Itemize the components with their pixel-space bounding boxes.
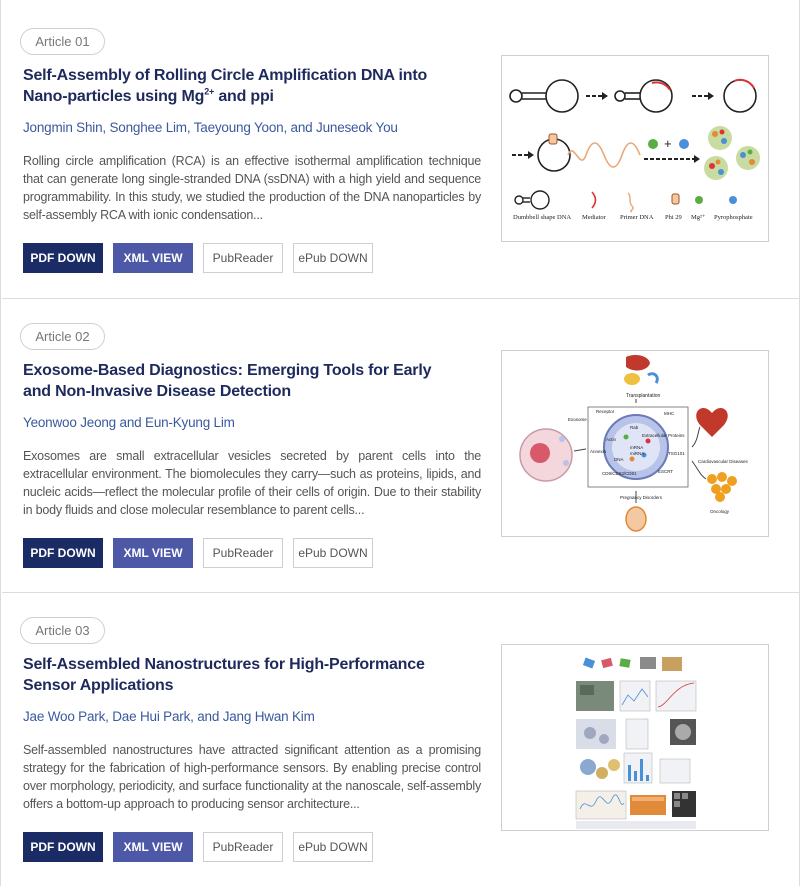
- article-number-badge: Article 03: [20, 617, 105, 644]
- article-list: Article 01 Self-Assembly of Rolling Circ…: [0, 0, 800, 886]
- svg-text:miRNA: miRNA: [630, 451, 644, 456]
- xml-view-button[interactable]: XML VIEW: [113, 832, 193, 862]
- svg-text:Pregnancy Disorders: Pregnancy Disorders: [620, 495, 663, 500]
- article-title[interactable]: Exosome-Based Diagnostics: Emerging Tool…: [23, 360, 463, 402]
- epub-down-button[interactable]: ePub DOWN: [293, 832, 373, 862]
- svg-text:Cardiovascular Diseases: Cardiovascular Diseases: [698, 459, 749, 464]
- legend-primer: Primer DNA: [620, 214, 654, 221]
- legend-pyrophosphate: Pyrophosphate: [714, 214, 753, 221]
- pdf-down-button[interactable]: PDF DOWN: [23, 832, 103, 862]
- article-title[interactable]: Self-Assembled Nanostructures for High-P…: [23, 654, 463, 696]
- svg-text:Extracellular Proteins: Extracellular Proteins: [642, 433, 685, 438]
- article-number-badge: Article 01: [20, 28, 105, 55]
- article-authors: Jongmin Shin, Songhee Lim, Taeyoung Yoon…: [23, 120, 398, 135]
- svg-text:Annexin: Annexin: [590, 449, 607, 454]
- legend-dumbbell: Dumbbell shape DNA: [513, 214, 571, 221]
- svg-text:ESCRT: ESCRT: [658, 469, 673, 474]
- svg-text:Transplantation: Transplantation: [626, 393, 660, 399]
- article-abstract: Rolling circle amplification (RCA) is an…: [23, 154, 481, 222]
- pubreader-button[interactable]: PubReader: [203, 243, 283, 273]
- article-authors: Jae Woo Park, Dae Hui Park, and Jang Hwa…: [23, 709, 315, 724]
- exosome-schematic-figure: Transplantation Receptor MHC Exosome Act…: [519, 355, 749, 532]
- article-authors: Yeonwoo Jeong and Eun-Kyung Lim: [23, 415, 235, 430]
- article-figure-thumbnail[interactable]: Transplantation Receptor MHC Exosome Act…: [501, 350, 769, 537]
- svg-text:TSG101: TSG101: [668, 451, 685, 456]
- svg-text:DNA: DNA: [614, 457, 624, 462]
- svg-text:Receptor: Receptor: [596, 409, 615, 414]
- article-figure-thumbnail[interactable]: + Dumbbell shape DNA Mediator Primer DNA…: [501, 55, 769, 242]
- legend-mediator: Mediator: [582, 214, 607, 221]
- svg-text:MHC: MHC: [664, 411, 675, 416]
- pdf-down-button[interactable]: PDF DOWN: [23, 243, 103, 273]
- article-card: Article 03 Self-Assembled Nanostructures…: [2, 592, 800, 886]
- epub-down-button[interactable]: ePub DOWN: [293, 538, 373, 568]
- article-title-tail: and ppi: [214, 88, 274, 105]
- legend-phi29: Phi 29: [665, 214, 682, 221]
- svg-text:mRNA: mRNA: [630, 445, 643, 450]
- article-abstract: Self-assembled nanostructures have attra…: [23, 743, 481, 811]
- article-title[interactable]: Self-Assembly of Rolling Circle Amplific…: [23, 65, 463, 107]
- epub-down-button[interactable]: ePub DOWN: [293, 243, 373, 273]
- article-title-text: Exosome-Based Diagnostics: Emerging Tool…: [23, 362, 432, 400]
- pdf-down-button[interactable]: PDF DOWN: [23, 538, 103, 568]
- svg-text:Oncology: Oncology: [710, 509, 730, 514]
- svg-text:+: +: [664, 136, 672, 151]
- svg-text:Rab: Rab: [630, 425, 639, 430]
- xml-view-button[interactable]: XML VIEW: [113, 538, 193, 568]
- title-superscript: 2+: [204, 86, 215, 97]
- article-card: Article 01 Self-Assembly of Rolling Circ…: [2, 4, 800, 298]
- article-figure-thumbnail[interactable]: [501, 644, 769, 831]
- article-title-text: Self-Assembled Nanostructures for High-P…: [23, 656, 425, 694]
- pubreader-button[interactable]: PubReader: [203, 832, 283, 862]
- pubreader-button[interactable]: PubReader: [203, 538, 283, 568]
- legend-mg: Mg²⁺: [691, 214, 706, 221]
- xml-view-button[interactable]: XML VIEW: [113, 243, 193, 273]
- svg-text:CD9/CD63/CD81: CD9/CD63/CD81: [602, 471, 637, 476]
- svg-text:Exosome: Exosome: [568, 417, 587, 422]
- sensor-nanostructure-figure: [575, 657, 697, 829]
- svg-text:Actin: Actin: [606, 437, 617, 442]
- article-number-badge: Article 02: [20, 323, 105, 350]
- rca-schematic-figure: + Dumbbell shape DNA Mediator Primer DNA…: [509, 78, 760, 221]
- article-card: Article 02 Exosome-Based Diagnostics: Em…: [2, 298, 800, 592]
- article-abstract: Exosomes are small extracellular vesicle…: [23, 449, 481, 517]
